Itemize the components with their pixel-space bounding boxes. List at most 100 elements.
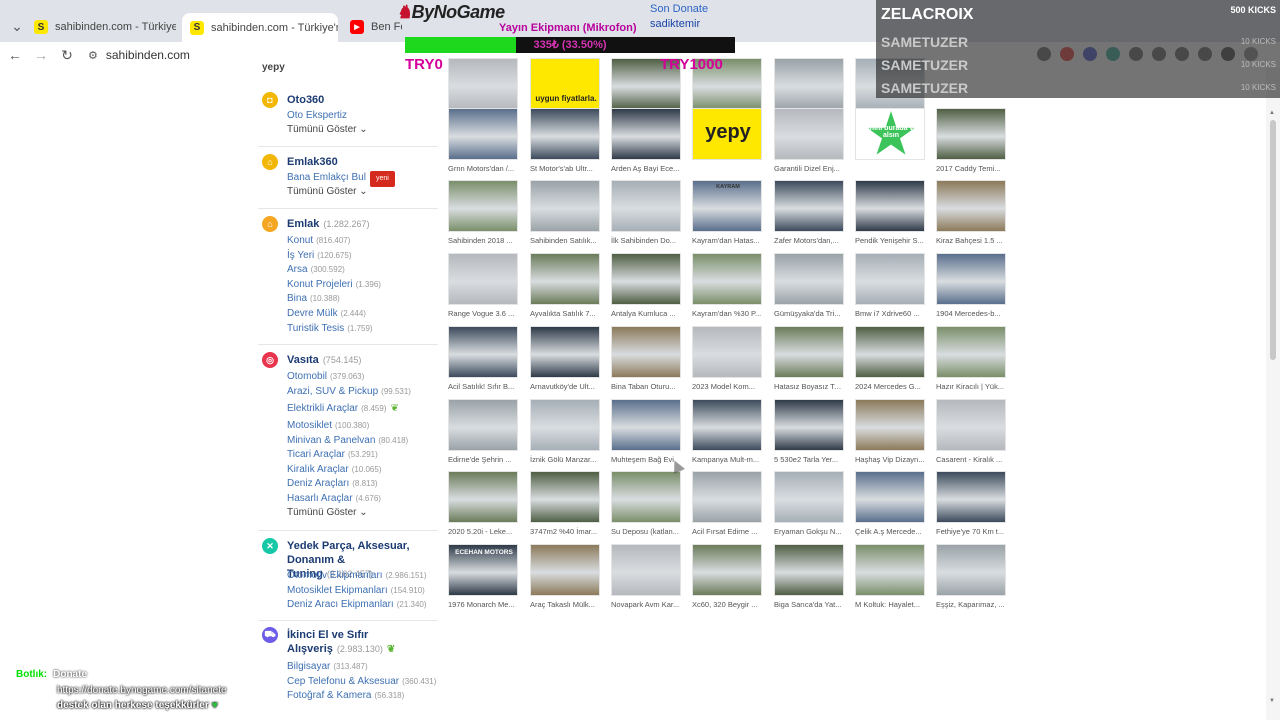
subcategory-link[interactable]: İş Yeri (120.675)	[287, 249, 352, 263]
listing-card[interactable]: Kampanya Mult-m...	[692, 399, 762, 464]
category-title[interactable]: Oto360	[287, 93, 324, 107]
listing-thumbnail[interactable]	[530, 326, 600, 378]
page-scrollbar[interactable]: ▲ ▼	[1266, 68, 1280, 720]
listing-thumbnail[interactable]	[692, 544, 762, 596]
listing-thumbnail[interactable]	[530, 180, 600, 232]
listing-caption[interactable]: Range Vogue 3.6 ...	[448, 309, 518, 318]
listing-card[interactable]: yepy	[692, 108, 762, 164]
subcategory-link[interactable]: Devre Mülk (2.444)	[287, 307, 366, 321]
listing-card[interactable]: Range Vogue 3.6 ...	[448, 253, 518, 318]
listing-thumbnail[interactable]	[530, 253, 600, 305]
listing-thumbnail[interactable]: uygun fiyatlarla.	[530, 58, 600, 110]
subcategory-link[interactable]: Deniz Aracı Ekipmanları (21.340)	[287, 598, 427, 612]
listing-caption[interactable]: Bina Taban Oturu...	[611, 382, 681, 391]
subcategory-link[interactable]: Bina (10.388)	[287, 292, 340, 306]
listing-caption[interactable]: Hatasız Boyasız Te...	[774, 382, 844, 391]
listing-caption[interactable]: Xc60, 320 Beygir ...	[692, 600, 762, 609]
listing-card[interactable]: 2017 Caddy Temi...	[936, 108, 1006, 173]
subcategory-link[interactable]: Konut Projeleri (1.396)	[287, 278, 381, 292]
site-info-icon[interactable]: ⚙	[88, 49, 98, 62]
listing-thumbnail[interactable]	[855, 180, 925, 232]
listing-card[interactable]: 5 530e2 Tarla Yer...	[774, 399, 844, 464]
listing-caption[interactable]: Garantili Dizel Enj...	[774, 164, 844, 173]
listing-card[interactable]: M Koltuk: Hayalet...	[855, 544, 925, 609]
listing-thumbnail[interactable]	[448, 58, 518, 110]
listing-card[interactable]: İznik Gölü Manzar...	[530, 399, 600, 464]
listing-caption[interactable]: İlk Sahibinden Do...	[611, 236, 681, 245]
listing-caption[interactable]: Pendik Yenişehir S...	[855, 236, 925, 245]
listing-card[interactable]: Muhteşem Bağ Evi	[611, 399, 681, 464]
listing-card[interactable]: Araç Takaslı Mülk...	[530, 544, 600, 609]
listing-card[interactable]: Arnavutköy'de Ult...	[530, 326, 600, 391]
listing-thumbnail[interactable]: İlanını burada ver alsın	[855, 108, 925, 160]
listing-caption[interactable]: Kiraz Bahçesi 1.5 ...	[936, 236, 1006, 245]
subcategory-link[interactable]: Oto Ekspertiz	[287, 109, 347, 123]
listing-card[interactable]: Kiraz Bahçesi 1.5 ...	[936, 180, 1006, 245]
listing-thumbnail[interactable]	[855, 544, 925, 596]
subcategory-link[interactable]: Otomotiv Ekipmanları (2.986.151)	[287, 569, 427, 583]
listing-caption[interactable]: Arden Aş Bayi Ece...	[611, 164, 681, 173]
back-icon[interactable]: ←	[4, 47, 26, 63]
listing-thumbnail[interactable]	[936, 180, 1006, 232]
subcategory-link[interactable]: Motosiklet Ekipmanları (154.910)	[287, 584, 425, 598]
listing-card[interactable]: Zafer Motors'dan,...	[774, 180, 844, 245]
listing-caption[interactable]: Bmw i7 Xdrive60 ...	[855, 309, 925, 318]
subcategory-link[interactable]: Konut (816.407)	[287, 234, 350, 248]
listing-thumbnail[interactable]	[774, 399, 844, 451]
listing-caption[interactable]: Haşhaş Vip Dizayn...	[855, 455, 925, 464]
listing-caption[interactable]: Arnavutköy'de Ult...	[530, 382, 600, 391]
listing-thumbnail[interactable]	[611, 399, 681, 451]
listing-caption[interactable]: 2020 5.20i - Leke...	[448, 527, 518, 536]
listing-card[interactable]: Hazır Kiracılı | Yük...	[936, 326, 1006, 391]
listing-card[interactable]: 2024 Mercedes G...	[855, 326, 925, 391]
listing-thumbnail[interactable]	[936, 399, 1006, 451]
show-all-link[interactable]: Tümünü Göster ⌄	[287, 507, 368, 518]
listing-thumbnail[interactable]	[855, 471, 925, 523]
listing-thumbnail[interactable]	[774, 180, 844, 232]
category-title[interactable]: Vasıta (754.145)	[287, 353, 361, 367]
listing-caption[interactable]: Araç Takaslı Mülk...	[530, 600, 600, 609]
listing-caption[interactable]: Sahibinden Satılık...	[530, 236, 600, 245]
listing-card[interactable]: Pendik Yenişehir S...	[855, 180, 925, 245]
listing-card[interactable]: İlanını burada ver alsın	[855, 108, 925, 164]
listing-caption[interactable]: Kayram'dan Hatas...	[692, 236, 762, 245]
listing-thumbnail[interactable]: yepy	[692, 108, 762, 160]
listing-thumbnail[interactable]	[448, 253, 518, 305]
listing-caption[interactable]: 2024 Mercedes G...	[855, 382, 925, 391]
listing-thumbnail[interactable]	[448, 108, 518, 160]
listing-thumbnail[interactable]	[936, 326, 1006, 378]
listing-card[interactable]: Garantili Dizel Enj...	[774, 108, 844, 173]
listing-thumbnail[interactable]	[611, 544, 681, 596]
listing-card[interactable]: Bmw i7 Xdrive60 ...	[855, 253, 925, 318]
tab-sahibinden-2[interactable]: S sahibinden.com - Türkiye'nin O ×	[182, 13, 338, 42]
subcategory-link[interactable]: Deniz Araçları (8.813)	[287, 477, 378, 491]
subcategory-link[interactable]: Kiralık Araçlar (10.065)	[287, 463, 381, 477]
subcategory-link[interactable]: Minivan & Panelvan (80.418)	[287, 434, 408, 448]
listing-thumbnail[interactable]	[936, 108, 1006, 160]
scroll-up-icon[interactable]: ▲	[1269, 110, 1275, 116]
subcategory-link[interactable]: Bana Emlakçı Bul yeni	[287, 171, 395, 187]
listing-caption[interactable]: Eryaman Gokşu N...	[774, 527, 844, 536]
listing-card[interactable]: Acil Satılık! Sıfır B...	[448, 326, 518, 391]
listing-caption[interactable]: Çelik A.ş Mercede...	[855, 527, 925, 536]
listing-card[interactable]: Xc60, 320 Beygir ...	[692, 544, 762, 609]
category-title[interactable]: İkinci El ve Sıfır Alışveriş (2.983.130) ❦	[287, 628, 417, 657]
tab-search-icon[interactable]: ⌄	[6, 18, 28, 35]
listing-caption[interactable]: İznik Gölü Manzar...	[530, 455, 600, 464]
listing-thumbnail[interactable]	[692, 399, 762, 451]
listing-card[interactable]: Çelik A.ş Mercede...	[855, 471, 925, 536]
listing-thumbnail[interactable]	[611, 253, 681, 305]
listing-thumbnail[interactable]	[530, 399, 600, 451]
listing-caption[interactable]: 5 530e2 Tarla Yer...	[774, 455, 844, 464]
listing-card[interactable]: Hatasız Boyasız Te...	[774, 326, 844, 391]
listing-card[interactable]: Sahibinden 2018 ...	[448, 180, 518, 245]
listing-caption[interactable]: M Koltuk: Hayalet...	[855, 600, 925, 609]
listing-caption[interactable]: Ayvalıkta Satılık 7...	[530, 309, 600, 318]
listing-thumbnail[interactable]	[774, 58, 844, 110]
subcategory-link[interactable]: Elektrikli Araçlar (8.459) ❦	[287, 402, 399, 416]
subcategory-link[interactable]: Otomobil (379.063)	[287, 370, 364, 384]
tab-youtube[interactable]: ▶ Ben Fero - Sabahinge (Official	[342, 14, 402, 40]
listing-thumbnail[interactable]	[692, 253, 762, 305]
listing-card[interactable]: Casarent - Kiralık ...	[936, 399, 1006, 464]
listing-thumbnail[interactable]	[448, 326, 518, 378]
